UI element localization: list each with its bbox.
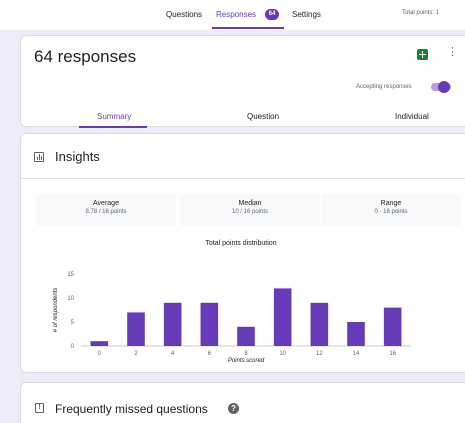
insights-divider [21, 178, 465, 179]
stat-median-label: Median [238, 200, 262, 207]
accepting-responses-label: Accepting responses [356, 84, 412, 90]
bar-4 [163, 302, 182, 346]
responses-header-card: 64 responses ⋮ Accepting responses Summa… [20, 35, 465, 128]
y-axis-label: # of respondents [53, 288, 59, 333]
x-tick-label: 14 [353, 351, 360, 357]
insights-title: Insights [55, 149, 100, 164]
subtab-summary[interactable]: Summary [97, 112, 131, 121]
y-tick-label: 5 [71, 320, 75, 326]
sheets-icon[interactable] [417, 49, 428, 60]
frequently-missed-title: Frequently missed questions [55, 402, 208, 416]
responses-title: 64 responses [34, 47, 137, 66]
tab-settings[interactable]: Settings [292, 10, 321, 19]
x-tick-label: 0 [98, 351, 102, 357]
bar-10 [273, 288, 292, 346]
stat-median-value: 10 / 16 points [231, 209, 269, 215]
alert-icon: ! [35, 403, 44, 413]
x-tick-label: 4 [171, 351, 175, 357]
x-tick-label: 8 [244, 351, 248, 357]
x-tick-label: 10 [279, 351, 286, 357]
insights-card: Insights Average 8.78 / 16 points Median… [20, 133, 465, 373]
x-tick-label: 2 [134, 351, 138, 357]
bar-16 [383, 307, 402, 346]
tab-questions[interactable]: Questions [166, 10, 202, 19]
insights-chart-icon [34, 152, 44, 162]
y-tick-label: 15 [67, 272, 74, 278]
bar-14 [347, 322, 365, 346]
subtab-question[interactable]: Question [247, 112, 279, 121]
active-subtab-indicator [79, 126, 147, 128]
stat-range: Range 0 - 16 points [321, 194, 461, 226]
top-nav: Questions Responses 64 Settings Total po… [0, 0, 465, 30]
total-points-label: Total points: 1 [402, 10, 440, 16]
bar-2 [127, 312, 145, 346]
tab-responses[interactable]: Responses [216, 10, 256, 19]
x-tick-label: 6 [208, 351, 212, 357]
x-axis-label: Points scored [228, 358, 265, 364]
frequently-missed-card: ! Frequently missed questions ? [20, 382, 465, 423]
y-tick-label: 0 [71, 344, 75, 350]
active-tab-indicator [212, 27, 284, 29]
stat-range-label: Range [380, 200, 402, 207]
stat-average-value: 8.78 / 16 points [85, 209, 127, 215]
responses-count-badge: 64 [265, 9, 279, 20]
stat-median: Median 10 / 16 points [180, 194, 320, 226]
help-icon[interactable]: ? [228, 403, 239, 414]
more-options-icon[interactable]: ⋮ [447, 47, 458, 58]
bar-6 [200, 302, 219, 346]
chart-title: Total points distribution [205, 240, 277, 247]
bar-12 [310, 302, 329, 346]
stat-average-label: Average [93, 200, 119, 207]
subtab-individual[interactable]: Individual [395, 112, 429, 121]
bar-0 [90, 341, 109, 346]
stat-range-value: 0 - 16 points [374, 209, 408, 215]
points-distribution-chart: 0 5 10 15 # of respondents 0 2 4 6 8 10 12 14 16 Point… [53, 272, 411, 364]
x-tick-label: 12 [316, 351, 323, 357]
bar-8 [237, 326, 255, 346]
y-tick-label: 10 [67, 296, 74, 302]
x-tick-label: 16 [389, 351, 396, 357]
stat-average: Average 8.78 / 16 points [36, 194, 176, 226]
toggle-knob[interactable] [438, 81, 450, 93]
